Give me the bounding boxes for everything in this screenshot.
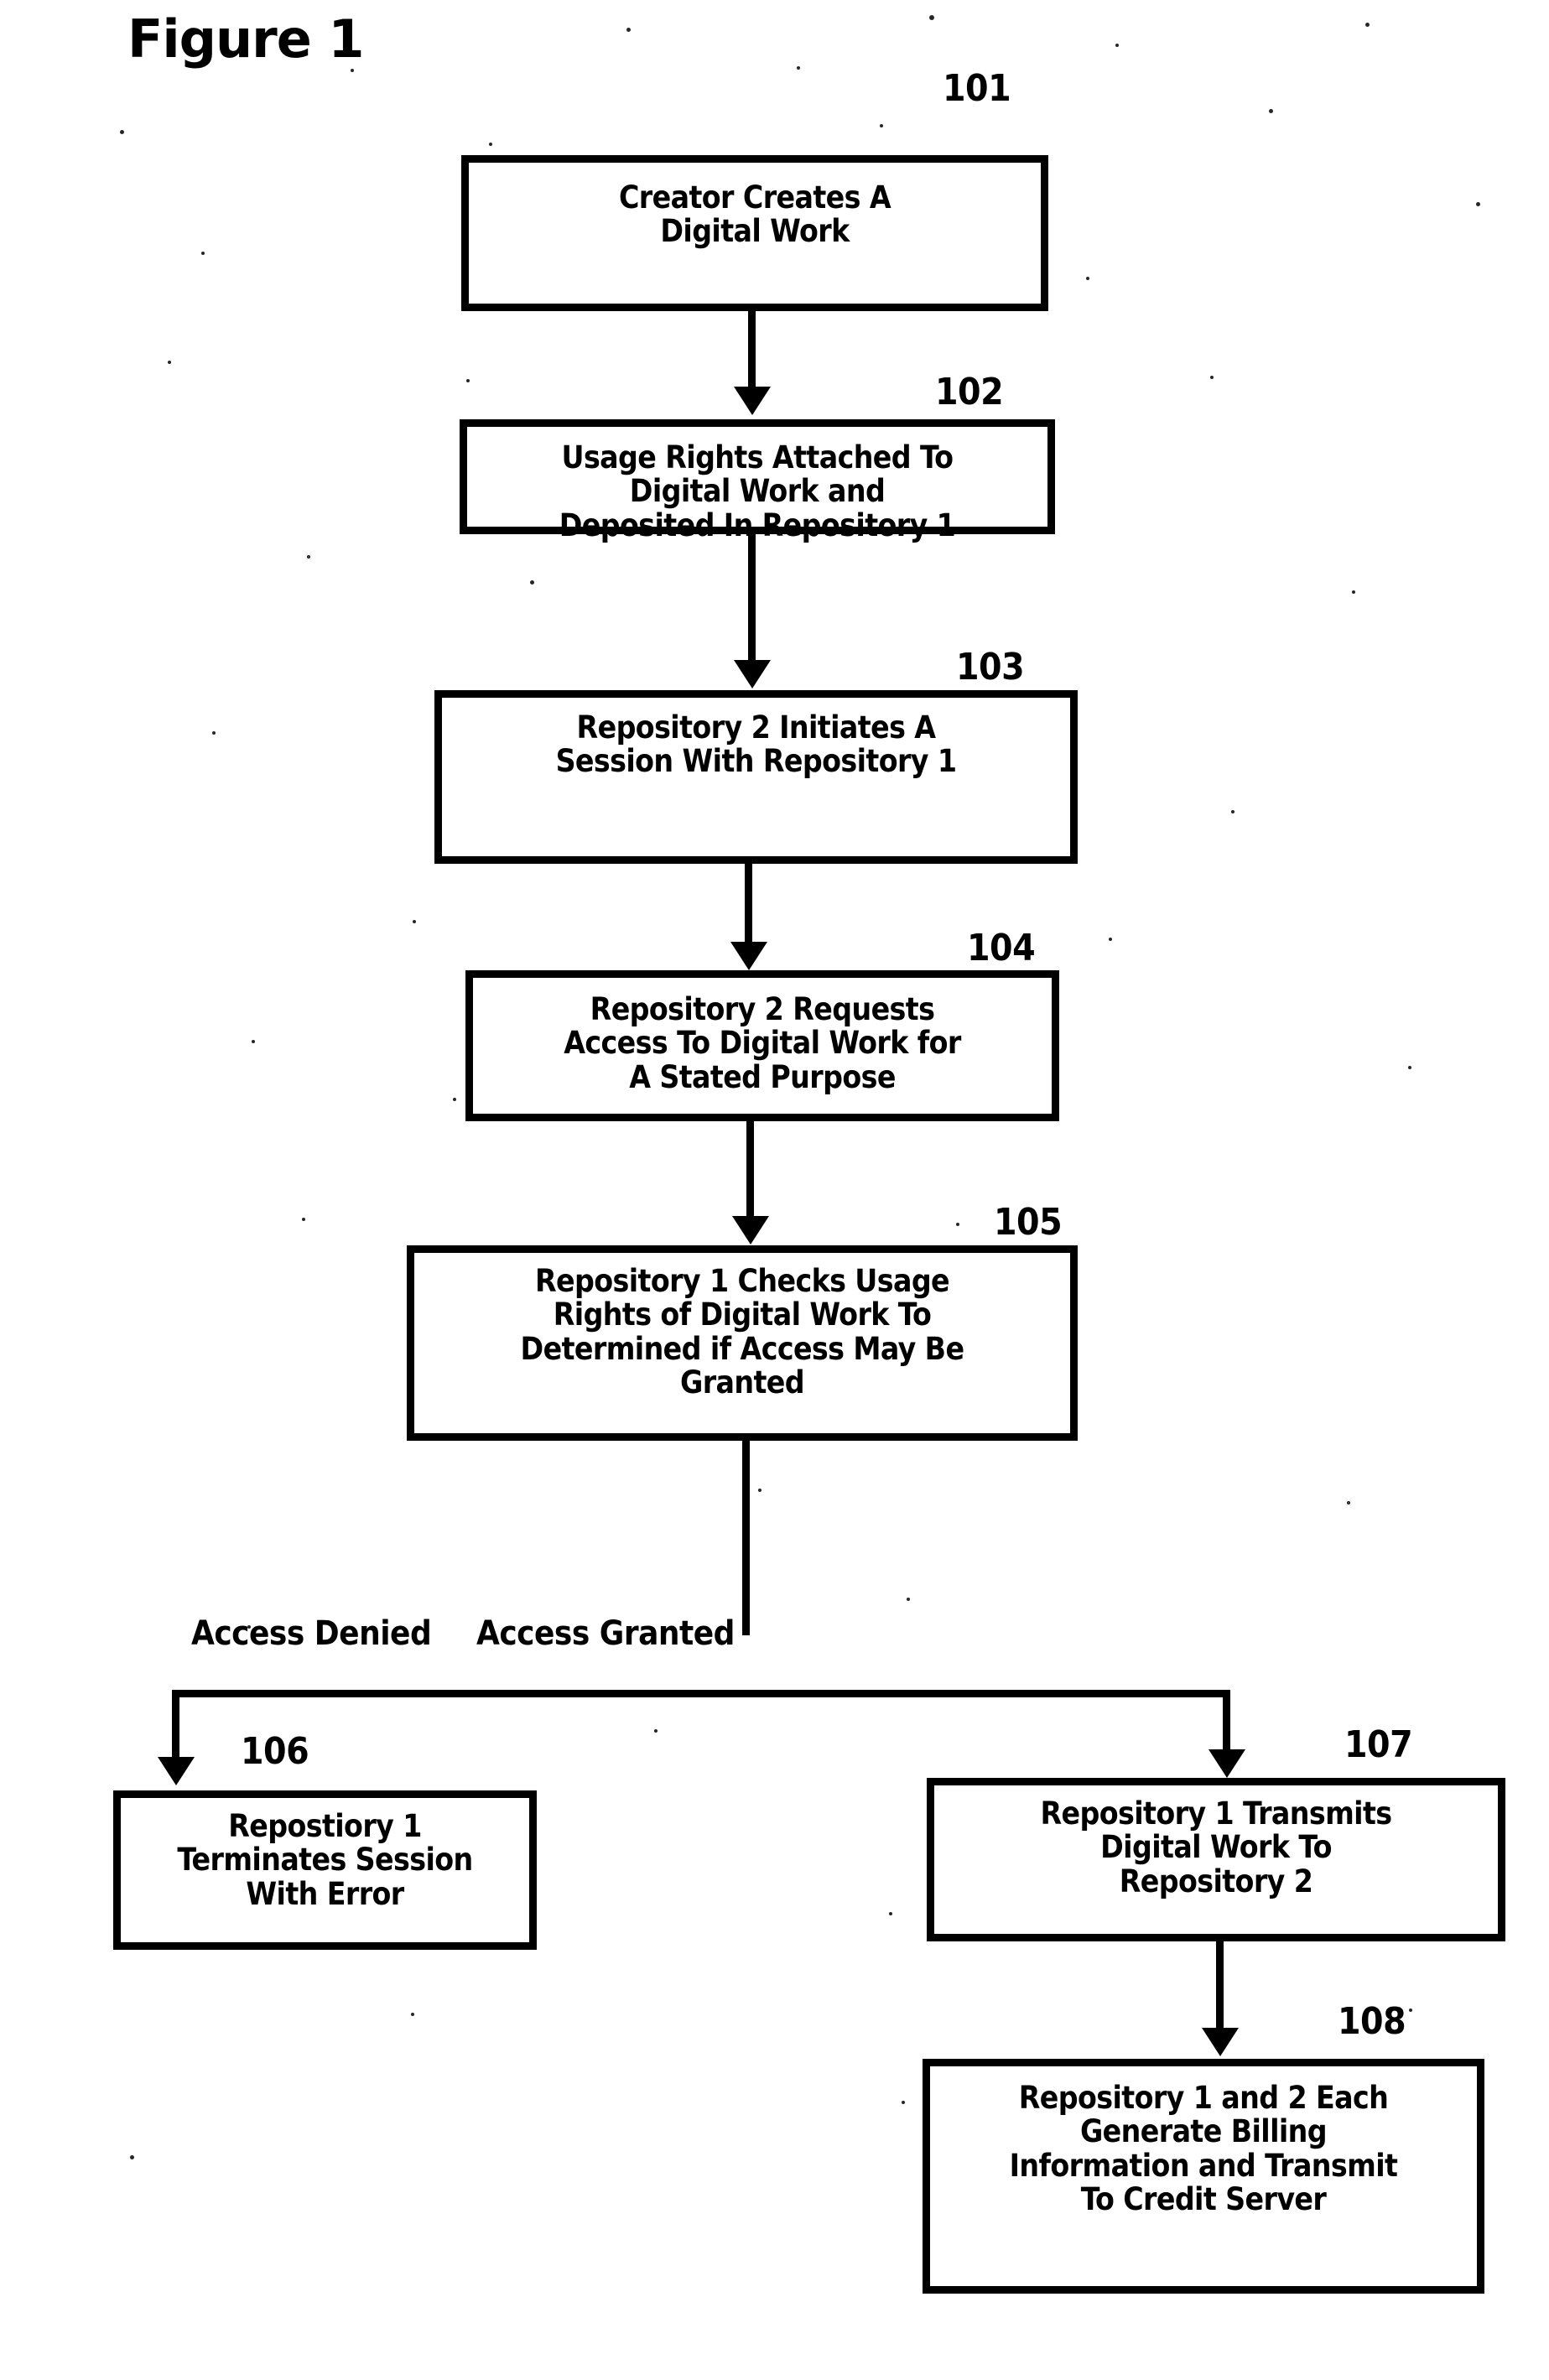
speckle [902, 2101, 905, 2104]
connector-102-103-line [748, 534, 756, 662]
branch-label-access-denied: Access Denied [191, 1614, 432, 1653]
speckle [1115, 44, 1119, 47]
speckle [758, 1489, 762, 1492]
connector-103-104-line [745, 864, 752, 943]
speckle [1365, 23, 1370, 27]
speckle [307, 555, 310, 559]
ref-numeral-101: 101 [943, 67, 1011, 110]
speckle [453, 1098, 456, 1101]
speckle [351, 69, 354, 72]
speckle [1347, 1501, 1350, 1504]
branch-label-access-granted: Access Granted [476, 1614, 735, 1653]
speckle [489, 143, 492, 146]
connector-101-102-line [748, 311, 756, 388]
speckle [1476, 202, 1480, 206]
flow-node-102[interactable]: Usage Rights Attached To Digital Work an… [460, 419, 1055, 542]
speckle [212, 731, 216, 735]
speckle [413, 920, 416, 923]
flow-node-108-label: Repository 1 and 2 Each Generate Billing… [1009, 2080, 1398, 2217]
speckle [956, 1223, 959, 1226]
ref-numeral-103: 103 [956, 646, 1025, 689]
connector-107-108-arrowhead [1202, 2028, 1239, 2056]
speckle [201, 252, 205, 255]
speckle [889, 1912, 892, 1915]
speckle [929, 15, 934, 20]
connector-105-106-arrowhead [158, 1757, 195, 1785]
flow-node-107-label: Repository 1 Transmits Digital Work To R… [1040, 1795, 1392, 1899]
speckle [120, 130, 124, 134]
connector-105-107-arrowhead [1209, 1749, 1245, 1778]
speckle [1409, 2008, 1412, 2012]
flow-node-107[interactable]: Repository 1 Transmits Digital Work To R… [927, 1778, 1505, 1941]
ref-numeral-106: 106 [241, 1730, 309, 1773]
speckle [530, 580, 534, 585]
flow-node-104-label: Repository 2 Requests Access To Digital … [564, 991, 961, 1095]
speckle [1408, 1066, 1411, 1069]
flow-node-104[interactable]: Repository 2 Requests Access To Digital … [465, 970, 1059, 1121]
speckle [1269, 109, 1273, 113]
connector-104-105-line [746, 1121, 754, 1218]
flow-node-105[interactable]: Repository 1 Checks Usage Rights of Digi… [407, 1245, 1078, 1441]
connector-105-branch-bar [172, 1690, 1230, 1697]
speckle [654, 1729, 658, 1733]
speckle [1231, 810, 1235, 813]
speckle [907, 1598, 910, 1601]
ref-numeral-107: 107 [1344, 1723, 1413, 1766]
speckle [880, 124, 883, 127]
speckle [168, 361, 171, 364]
flow-node-108[interactable]: Repository 1 and 2 Each Generate Billing… [923, 2059, 1484, 2294]
connector-105-split-stem [742, 1441, 750, 1635]
speckle [130, 2155, 134, 2159]
figure-canvas: Figure 1 101 Creator Creates A Digital W… [0, 0, 1549, 2380]
flow-node-106-label: Repostiory 1 Terminates Session With Err… [177, 1808, 473, 1912]
speckle [302, 1218, 305, 1221]
connector-103-104-arrowhead [730, 942, 767, 970]
speckle [1210, 376, 1214, 379]
connector-105-107-line [1223, 1690, 1230, 1751]
flow-node-101-label: Creator Creates A Digital Work [618, 179, 891, 250]
connector-102-103-arrowhead [734, 660, 771, 689]
speckle [1109, 938, 1112, 941]
flow-node-106[interactable]: Repostiory 1 Terminates Session With Err… [113, 1790, 537, 1950]
speckle [1352, 590, 1355, 594]
flow-node-103[interactable]: Repository 2 Initiates A Session With Re… [434, 690, 1078, 864]
connector-105-106-line [172, 1690, 179, 1759]
speckle [1086, 277, 1089, 280]
ref-numeral-104: 104 [967, 927, 1036, 969]
connector-101-102-arrowhead [734, 387, 771, 415]
speckle [626, 28, 631, 32]
speckle [466, 379, 470, 382]
speckle [252, 1040, 255, 1043]
speckle [797, 66, 800, 70]
speckle [411, 2013, 414, 2016]
flow-node-103-label: Repository 2 Initiates A Session With Re… [555, 709, 957, 780]
figure-title: Figure 1 [127, 8, 364, 70]
flow-node-102-label: Usage Rights Attached To Digital Work an… [559, 439, 956, 543]
ref-numeral-102: 102 [935, 371, 1004, 413]
flow-node-105-label: Repository 1 Checks Usage Rights of Digi… [520, 1263, 964, 1400]
flow-node-101[interactable]: Creator Creates A Digital Work [461, 155, 1048, 311]
ref-numeral-105: 105 [994, 1201, 1063, 1244]
connector-107-108-line [1216, 1941, 1224, 2029]
ref-numeral-108: 108 [1338, 2000, 1406, 2043]
connector-104-105-arrowhead [732, 1216, 769, 1245]
